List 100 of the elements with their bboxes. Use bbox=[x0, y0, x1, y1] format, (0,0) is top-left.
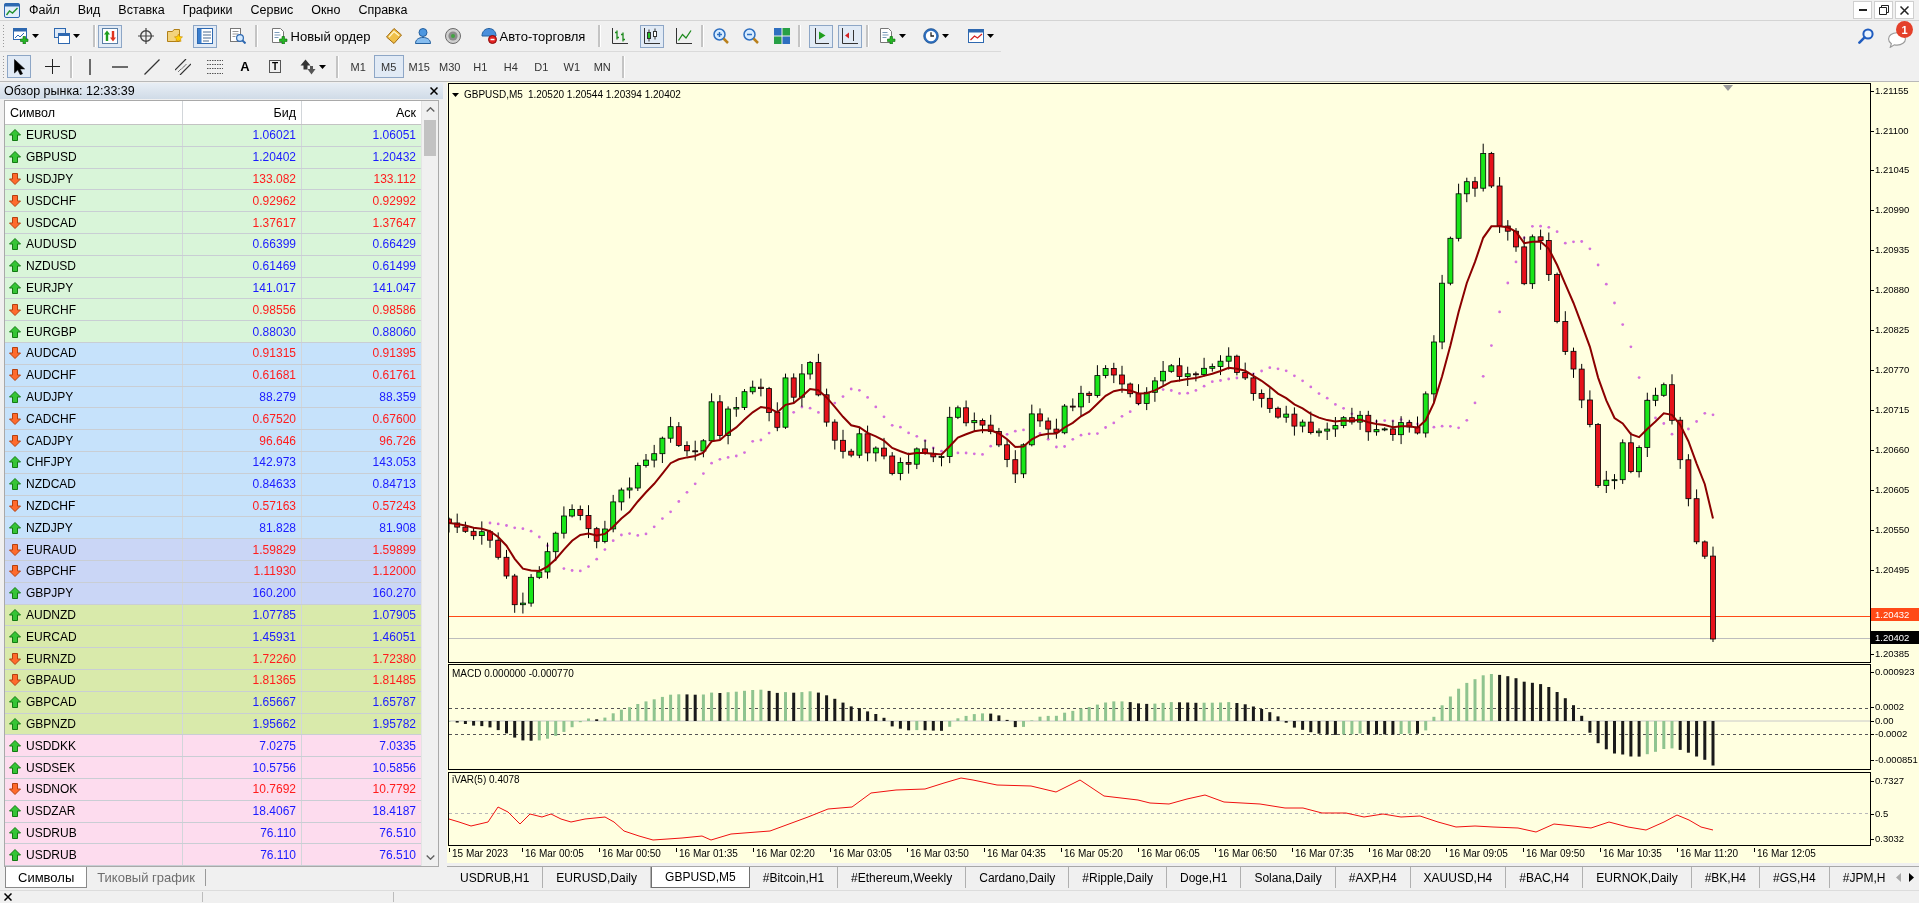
shift-marker-icon[interactable] bbox=[1723, 85, 1733, 91]
quote-row[interactable]: EURUSD 1.06021 1.06051 bbox=[5, 125, 421, 147]
text-tool-button[interactable]: A bbox=[233, 55, 257, 78]
parallel-lines-icon[interactable] bbox=[175, 58, 191, 75]
timeframe-button[interactable]: H4 bbox=[495, 55, 526, 78]
diagonal-line-icon[interactable] bbox=[144, 58, 160, 75]
quote-row[interactable]: CADJPY 96.646 96.726 bbox=[5, 430, 421, 452]
chart-tab[interactable]: #AXP,H4 bbox=[1335, 867, 1411, 888]
quote-row[interactable]: GBPCAD 1.65667 1.65787 bbox=[5, 691, 421, 714]
chart-tab[interactable]: EURNOK,Daily bbox=[1583, 867, 1692, 888]
chevron-up-icon[interactable] bbox=[425, 107, 435, 112]
close-button[interactable] bbox=[1895, 1, 1914, 19]
minimize-button[interactable] bbox=[1853, 1, 1872, 19]
app-icon[interactable] bbox=[4, 2, 20, 18]
chart-tab[interactable]: Cardano,Daily bbox=[966, 867, 1070, 888]
quote-row[interactable]: GBPAUD 1.81365 1.81485 bbox=[5, 669, 421, 692]
timeframe-button[interactable]: W1 bbox=[556, 55, 587, 78]
quote-row[interactable]: USDZAR 18.4067 18.4187 bbox=[5, 800, 421, 823]
quote-row[interactable]: AUDJPY 88.279 88.359 bbox=[5, 386, 421, 409]
chart-tab[interactable]: XAUUSD,H4 bbox=[1410, 867, 1507, 888]
chart-tab[interactable]: #BK,H4 bbox=[1691, 867, 1760, 888]
text-label-tool-button[interactable]: T bbox=[263, 55, 287, 78]
quote-row[interactable]: USDRUB 76.110 76.510 bbox=[5, 844, 421, 867]
timeframe-button[interactable]: M15 bbox=[404, 55, 435, 78]
close-icon[interactable] bbox=[4, 893, 12, 901]
close-icon[interactable] bbox=[430, 87, 438, 95]
timeframe-button[interactable]: H1 bbox=[465, 55, 496, 78]
quote-row[interactable]: NZDUSD 0.61469 0.61499 bbox=[5, 255, 421, 278]
scrollbar[interactable] bbox=[421, 101, 438, 867]
caret-icon[interactable] bbox=[32, 34, 39, 38]
menu-item[interactable]: Окно bbox=[302, 2, 350, 18]
panel-tab[interactable]: Тиковый график bbox=[87, 869, 206, 887]
new-order-button[interactable]: Новый ордер bbox=[264, 24, 378, 48]
restore-button[interactable] bbox=[1874, 1, 1893, 19]
diamond-icon[interactable] bbox=[386, 28, 402, 44]
quote-row[interactable]: USDDKK 7.0275 7.0335 bbox=[5, 735, 421, 758]
quote-row[interactable]: NZDCAD 0.84633 0.84713 bbox=[5, 473, 421, 496]
quote-row[interactable]: USDCAD 1.37617 1.37647 bbox=[5, 212, 421, 234]
quote-row[interactable]: NZDJPY 81.828 81.908 bbox=[5, 517, 421, 540]
zoom-out-icon[interactable] bbox=[743, 28, 759, 44]
chart-type-button[interactable] bbox=[640, 24, 664, 48]
quote-row[interactable]: USDRUB 76.110 76.510 bbox=[5, 822, 421, 845]
timeframe-button[interactable]: M1 bbox=[343, 55, 374, 78]
timeframe-button[interactable]: D1 bbox=[526, 55, 557, 78]
caret-icon[interactable] bbox=[452, 92, 459, 97]
caret-icon[interactable] bbox=[899, 34, 906, 38]
chart-tab[interactable]: #Bitcoin,H1 bbox=[749, 867, 839, 888]
quote-row[interactable]: AUDNZD 1.07785 1.07905 bbox=[5, 604, 421, 627]
grid-icon[interactable] bbox=[774, 28, 790, 44]
chart-tab[interactable]: #Ethereum,Weekly bbox=[838, 867, 967, 888]
quote-row[interactable]: AUDCAD 0.91315 0.91395 bbox=[5, 342, 421, 365]
quote-row[interactable]: EURAUD 1.59829 1.59899 bbox=[5, 539, 421, 561]
quote-row[interactable]: GBPJPY 160.200 160.270 bbox=[5, 582, 421, 605]
document-plus-icon[interactable] bbox=[880, 28, 896, 44]
column-header[interactable]: Бид bbox=[183, 101, 302, 124]
chart-tab[interactable]: GBPUSD,M5 bbox=[651, 867, 750, 888]
chart-tab[interactable]: Doge,H1 bbox=[1167, 867, 1242, 888]
quote-row[interactable]: CADCHF 0.67520 0.67600 bbox=[5, 408, 421, 431]
quote-row[interactable]: NZDCHF 0.57163 0.57243 bbox=[5, 495, 421, 518]
timeframe-button[interactable]: M5 bbox=[373, 55, 404, 78]
toolbar-toggle-button[interactable] bbox=[98, 24, 122, 48]
quote-row[interactable]: CHFJPY 142.973 143.053 bbox=[5, 451, 421, 474]
target-icon[interactable] bbox=[445, 28, 461, 44]
horizontal-line-icon[interactable] bbox=[112, 65, 128, 68]
windows-icon[interactable] bbox=[54, 28, 70, 44]
scrollbar-thumb[interactable] bbox=[424, 120, 436, 156]
quote-row[interactable]: GBPNZD 1.95662 1.95782 bbox=[5, 713, 421, 736]
quote-row[interactable]: GBPCHF 1.11930 1.12000 bbox=[5, 560, 421, 583]
menu-item[interactable]: Вставка bbox=[109, 2, 174, 18]
column-header[interactable]: Символ bbox=[5, 101, 183, 124]
quote-row[interactable]: USDCHF 0.92962 0.92992 bbox=[5, 190, 421, 213]
quote-row[interactable]: EURJPY 141.017 141.047 bbox=[5, 277, 421, 300]
dotted-lines-icon[interactable] bbox=[207, 58, 223, 75]
caret-icon[interactable] bbox=[987, 34, 994, 38]
timeframe-button[interactable]: MN bbox=[587, 55, 618, 78]
quote-row[interactable]: EURCHF 0.98556 0.98586 bbox=[5, 299, 421, 322]
menu-item[interactable]: Графики bbox=[173, 2, 242, 18]
autotrading-button[interactable]: Авто-торговля bbox=[472, 24, 594, 48]
chart-shift-button[interactable] bbox=[838, 24, 862, 48]
chart-tab[interactable]: #GS,H4 bbox=[1760, 867, 1830, 888]
quote-row[interactable]: USDSEK 10.5756 10.5856 bbox=[5, 757, 421, 779]
quote-row[interactable]: USDJPY 133.082 133.112 bbox=[5, 168, 421, 191]
panel-tab[interactable]: Символы bbox=[5, 867, 88, 889]
chart-tab[interactable]: #BAC,H4 bbox=[1506, 867, 1584, 888]
quote-row[interactable]: USDNOK 10.7692 10.7792 bbox=[5, 778, 421, 801]
menu-item[interactable]: Вид bbox=[68, 2, 110, 18]
chart-window-icon[interactable] bbox=[968, 29, 984, 43]
chart-tab[interactable]: #Ripple,Daily bbox=[1069, 867, 1167, 888]
person-icon[interactable] bbox=[415, 28, 431, 44]
menu-item[interactable]: Файл bbox=[20, 2, 69, 18]
column-header[interactable]: Аск bbox=[302, 101, 421, 124]
quote-row[interactable]: AUDCHF 0.61681 0.61761 bbox=[5, 364, 421, 387]
chart-tab[interactable]: USDRUB,H1 bbox=[447, 867, 544, 888]
cursor-tool-button[interactable] bbox=[7, 55, 31, 78]
caret-icon[interactable] bbox=[942, 34, 949, 38]
quote-row[interactable]: EURNZD 1.72260 1.72380 bbox=[5, 648, 421, 670]
chart-tab[interactable]: Solana,Daily bbox=[1241, 867, 1336, 888]
auto-scroll-button[interactable] bbox=[809, 24, 833, 48]
search-icon[interactable] bbox=[1858, 28, 1874, 44]
quote-row[interactable]: EURCAD 1.45931 1.46051 bbox=[5, 626, 421, 649]
